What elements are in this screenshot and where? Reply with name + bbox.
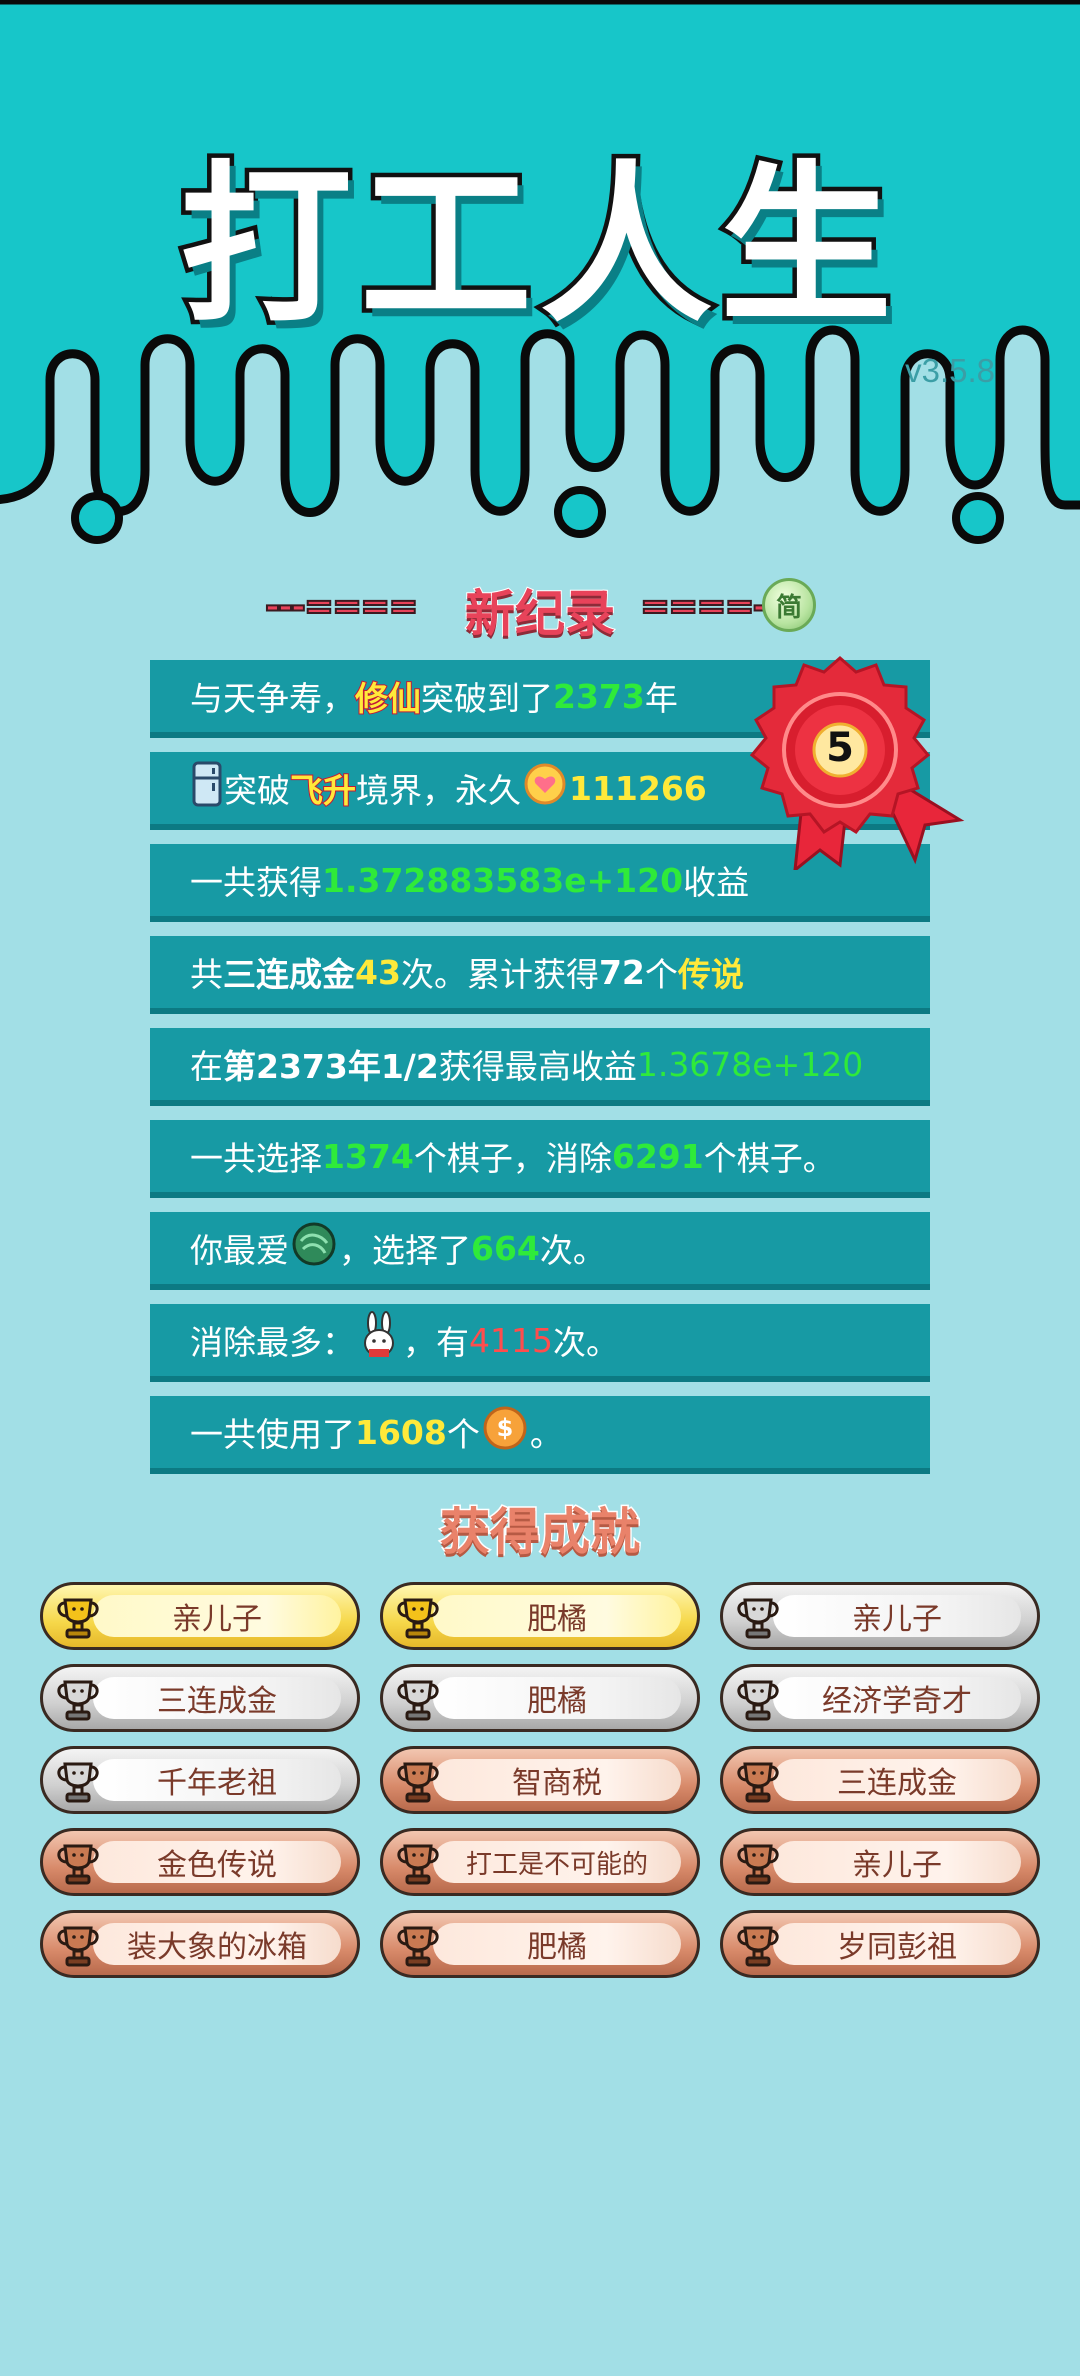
- permanent-bonus-value: 111266: [569, 768, 707, 808]
- stat-row-favorite: 你最爱 ，选择了 664 次。: [150, 1212, 930, 1290]
- years-value: 2373: [553, 676, 645, 716]
- achievement-badge[interactable]: 岁同彭祖: [720, 1910, 1040, 1978]
- stat-row-coins: 一共使用了 1608 个 $ 。: [150, 1396, 930, 1474]
- medal-rank: 5: [826, 725, 854, 771]
- trophy-icon: [393, 1592, 443, 1642]
- achievement-badge[interactable]: 打工是不可能的: [380, 1828, 700, 1896]
- trophy-icon: [53, 1838, 103, 1888]
- achievement-label: 装大象的冰箱: [93, 1923, 341, 1965]
- achievement-label: 肥橘: [433, 1677, 681, 1719]
- achievement-badge[interactable]: 亲儿子: [40, 1582, 360, 1650]
- achievement-badge[interactable]: 三连成金: [720, 1746, 1040, 1814]
- achievement-label: 三连成金: [773, 1759, 1021, 1801]
- trophy-icon: [733, 1920, 783, 1970]
- medal-ribbon-icon: 5: [735, 655, 965, 874]
- trophy-icon: [53, 1592, 103, 1642]
- dollar-coin-icon: $: [482, 1405, 528, 1459]
- trophy-icon: [733, 1592, 783, 1642]
- svg-text:$: $: [497, 1414, 514, 1442]
- stat-row-max-income: 在 第2373年1/2 获得最高收益 1.3678e+120: [150, 1028, 930, 1106]
- trophy-icon: [53, 1674, 103, 1724]
- achievement-badge[interactable]: 肥橘: [380, 1664, 700, 1732]
- selected-pieces-value: 1374: [322, 1136, 414, 1176]
- trophy-icon: [733, 1838, 783, 1888]
- header: 打工人生 v3.5.8: [0, 0, 1080, 560]
- achievement-badge[interactable]: 金色传说: [40, 1828, 360, 1896]
- fridge-icon: [192, 761, 222, 815]
- rabbit-icon: [357, 1311, 401, 1369]
- trophy-icon: [393, 1920, 443, 1970]
- total-income-value: 1.372883583e+120: [322, 860, 684, 900]
- record-title: 新纪录: [464, 584, 616, 644]
- max-income-time: 第2373年1/2: [223, 1047, 439, 1086]
- trophy-icon: [733, 1674, 783, 1724]
- achievement-badge[interactable]: 亲儿子: [720, 1828, 1040, 1896]
- legend-count: 72: [598, 952, 645, 992]
- achievement-label: 肥橘: [433, 1923, 681, 1965]
- achievement-label: 智商税: [433, 1759, 681, 1801]
- coins-used-count: 1608: [355, 1412, 447, 1452]
- record-banner: ---==== 新纪录 ====-: [0, 572, 1080, 644]
- most-removed-count: 4115: [469, 1320, 553, 1360]
- trophy-icon: [53, 1756, 103, 1806]
- trophy-icon: [393, 1838, 443, 1888]
- achievement-badge[interactable]: 经济学奇才: [720, 1664, 1040, 1732]
- stat-row-triple-gold: 共三连成金 43 次。累计获得 72 个传说: [150, 936, 930, 1014]
- achievement-badge[interactable]: 三连成金: [40, 1664, 360, 1732]
- achievement-badge[interactable]: 装大象的冰箱: [40, 1910, 360, 1978]
- cultivation-tag: 修仙: [354, 678, 422, 719]
- achievement-badge[interactable]: 肥橘: [380, 1910, 700, 1978]
- stat-row-pieces: 一共选择 1374 个棋子，消除 6291 个棋子。: [150, 1120, 930, 1198]
- simplified-chinese-button[interactable]: 简: [762, 578, 816, 632]
- achievement-label: 亲儿子: [773, 1595, 1021, 1637]
- ascension-tag: 飞升: [289, 770, 357, 811]
- achievement-label: 经济学奇才: [773, 1677, 1021, 1719]
- heart-coin-icon: [523, 762, 567, 814]
- legend-tag: 传说: [677, 955, 744, 994]
- triple-gold-count: 43: [355, 952, 401, 992]
- record-dash-right: ====-: [639, 585, 769, 628]
- achievement-badge[interactable]: 亲儿子: [720, 1582, 1040, 1650]
- stat-row-most-removed: 消除最多： ，有 4115 次。: [150, 1304, 930, 1382]
- achievement-badge[interactable]: 智商税: [380, 1746, 700, 1814]
- achievement-label: 打工是不可能的: [433, 1841, 681, 1883]
- removed-pieces-value: 6291: [611, 1136, 704, 1176]
- achievement-label: 千年老祖: [93, 1759, 341, 1801]
- trophy-icon: [733, 1756, 783, 1806]
- achievement-label: 三连成金: [93, 1677, 341, 1719]
- achievement-label: 肥橘: [433, 1595, 681, 1637]
- max-income-value: 1.3678e+120: [636, 1044, 864, 1084]
- version-label: v3.5.8: [905, 352, 995, 389]
- achievement-label: 金色传说: [93, 1841, 341, 1883]
- achievements-title: 获得成就: [439, 1502, 642, 1563]
- achievements-grid: 亲儿子 肥橘 亲儿子 三连成金 肥橘 经济学奇才 千年老祖 智商税 三连成金 金色传说 打工是不可能…: [40, 1582, 1040, 1978]
- achievement-badge[interactable]: 肥橘: [380, 1582, 700, 1650]
- favorite-count: 664: [471, 1228, 540, 1268]
- game-title: 打工人生: [176, 141, 900, 351]
- green-orb-icon: [291, 1221, 337, 1275]
- trophy-icon: [393, 1756, 443, 1806]
- achievement-label: 亲儿子: [773, 1841, 1021, 1883]
- trophy-icon: [53, 1920, 103, 1970]
- achievement-label: 岁同彭祖: [773, 1923, 1021, 1965]
- achievement-label: 亲儿子: [93, 1595, 341, 1637]
- achievement-badge[interactable]: 千年老祖: [40, 1746, 360, 1814]
- trophy-icon: [393, 1674, 443, 1724]
